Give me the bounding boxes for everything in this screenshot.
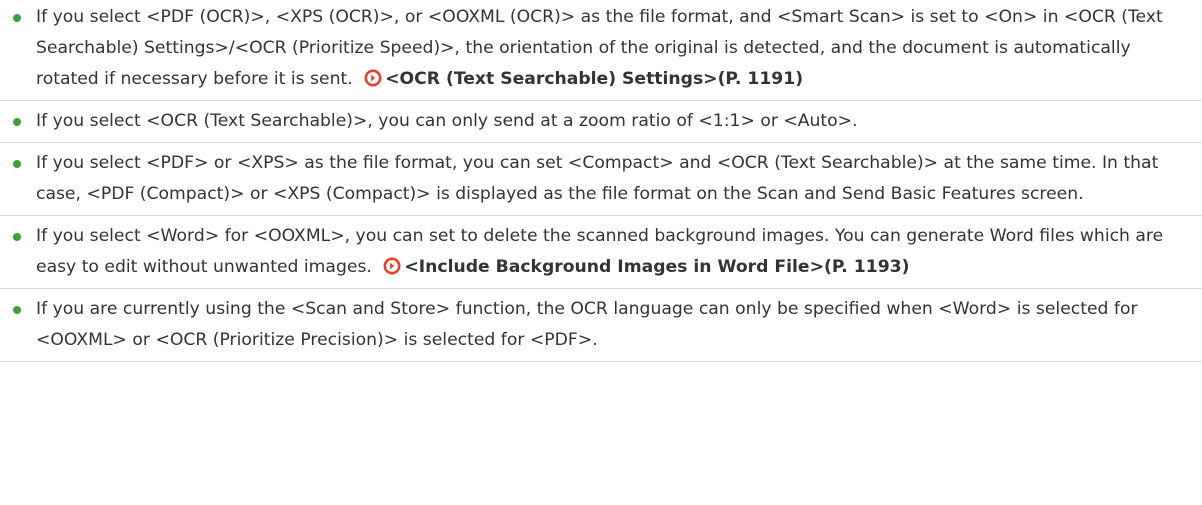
bullet-icon	[13, 118, 21, 126]
bullet-icon	[13, 160, 21, 168]
note-text: If you are currently using the <Scan and…	[36, 299, 1138, 350]
link-label: <Include Background Images in Word File>…	[404, 257, 910, 277]
notes-list: If you select <PDF (OCR)>, <XPS (OCR)>, …	[0, 0, 1202, 362]
circle-arrow-icon	[364, 69, 382, 87]
bullet-icon	[13, 233, 21, 241]
background-images-link[interactable]: <Include Background Images in Word File>…	[377, 257, 909, 277]
bullet-icon	[13, 14, 21, 22]
ocr-settings-link[interactable]: <OCR (Text Searchable) Settings>(P. 1191…	[358, 69, 803, 89]
note-text: If you select <OCR (Text Searchable)>, y…	[36, 111, 858, 131]
circle-arrow-icon	[383, 257, 401, 275]
note-item: If you select <Word> for <OOXML>, you ca…	[0, 216, 1202, 289]
note-item: If you are currently using the <Scan and…	[0, 289, 1202, 362]
note-item: If you select <OCR (Text Searchable)>, y…	[0, 101, 1202, 143]
bullet-icon	[13, 306, 21, 314]
note-text: If you select <PDF> or <XPS> as the file…	[36, 153, 1159, 204]
note-item: If you select <PDF (OCR)>, <XPS (OCR)>, …	[0, 0, 1202, 101]
link-label: <OCR (Text Searchable) Settings>(P. 1191…	[385, 69, 804, 89]
note-item: If you select <PDF> or <XPS> as the file…	[0, 143, 1202, 216]
